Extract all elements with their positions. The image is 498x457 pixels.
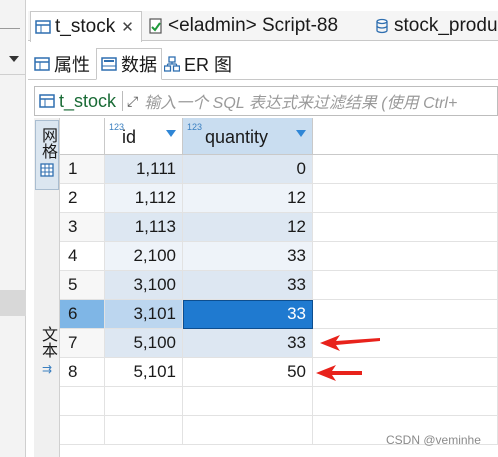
left-panel-strip (0, 0, 26, 457)
tab-label: stock_produ (394, 15, 498, 36)
empty-cell (183, 416, 313, 445)
tab-er-diagram[interactable]: ER 图 (164, 48, 232, 80)
tab-stock-produ[interactable]: stock_produ (372, 11, 498, 41)
cell-quantity-selected[interactable]: 33 (183, 300, 313, 329)
er-diagram-icon (164, 56, 180, 72)
expand-icon[interactable]: ⤢ (127, 93, 138, 110)
table-icon (35, 20, 51, 34)
empty-cell (313, 213, 498, 242)
properties-icon (34, 57, 50, 71)
tab-label: 数据 (121, 55, 157, 75)
table-icon (39, 94, 55, 108)
database-table-icon (376, 18, 388, 34)
grid-view-label: 网格 (39, 127, 56, 159)
table-row[interactable]: 7 5,100 33 (60, 329, 498, 358)
tab-label: 属性 (54, 55, 90, 75)
view-mode-switcher: 网格 文本 ⇉ (34, 118, 60, 457)
table-row-selected[interactable]: 6 3,101 33 (60, 300, 498, 329)
cell-quantity[interactable]: 0 (183, 155, 313, 184)
red-arrow-annotation (320, 335, 380, 351)
row-number: 5 (60, 271, 105, 300)
panel-separator (0, 74, 26, 75)
cell-id[interactable]: 3,100 (105, 271, 183, 300)
table-row[interactable]: 8 5,101 50 (60, 358, 498, 387)
row-number: 6 (60, 300, 105, 329)
grid-icon (40, 163, 54, 177)
empty-cell (105, 416, 183, 445)
text-view-label: 文本 (39, 326, 56, 358)
row-number: 3 (60, 213, 105, 242)
tab-label: ER 图 (184, 55, 233, 75)
row-number: 4 (60, 242, 105, 271)
tab-label: t_stock (55, 16, 116, 37)
numeric-type-icon: 123 (187, 122, 203, 132)
dropdown-arrow-icon[interactable] (9, 56, 19, 62)
watermark: CSDN @veminhe (386, 433, 481, 447)
cell-id[interactable]: 1,113 (105, 213, 183, 242)
cell-id[interactable]: 2,100 (105, 242, 183, 271)
row-number: 7 (60, 329, 105, 358)
cell-id[interactable]: 5,101 (105, 358, 183, 387)
result-grid: 123 id 123 quantity 1 1,111 0 2 1,112 12… (60, 118, 498, 457)
row-number: 2 (60, 184, 105, 213)
selected-tree-item[interactable] (0, 290, 26, 316)
table-row[interactable]: 2 1,112 12 (60, 184, 498, 213)
empty-cell (313, 300, 498, 329)
row-number-header (60, 118, 105, 155)
empty-cell (313, 387, 498, 416)
table-row[interactable]: 1 1,111 0 (60, 155, 498, 184)
empty-cell (60, 416, 105, 445)
view-tab-bar: 属性 数据 ER 图 (28, 44, 498, 80)
data-icon (101, 57, 117, 71)
empty-cell (183, 387, 313, 416)
table-row[interactable]: 3 1,113 12 (60, 213, 498, 242)
tab-properties[interactable]: 属性 (34, 48, 90, 80)
cell-id[interactable]: 3,101 (105, 300, 183, 329)
cell-quantity[interactable]: 50 (183, 358, 313, 387)
sql-script-icon (149, 18, 162, 34)
empty-cell (313, 271, 498, 300)
editor-tab-bar: t_stock ✕ <eladmin> Script-88 stock_prod… (28, 11, 498, 42)
empty-cell (60, 387, 105, 416)
empty-cell (313, 184, 498, 213)
red-arrow-annotation (316, 365, 362, 381)
sort-arrow-icon[interactable] (296, 130, 306, 137)
tab-script-88[interactable]: <eladmin> Script-88 (146, 11, 338, 41)
empty-header (313, 118, 498, 155)
cell-quantity[interactable]: 33 (183, 329, 313, 358)
sort-arrow-icon[interactable] (166, 130, 176, 137)
row-number: 1 (60, 155, 105, 184)
empty-cell (105, 387, 183, 416)
empty-cell (313, 242, 498, 271)
filter-input[interactable]: 输入一个 SQL 表达式来过滤结果 (使用 Ctrl+ (144, 89, 457, 113)
tab-data[interactable]: 数据 (96, 48, 162, 80)
table-row[interactable]: 4 2,100 33 (60, 242, 498, 271)
filter-table-name: t_stock (59, 90, 117, 111)
cell-id[interactable]: 1,112 (105, 184, 183, 213)
text-view-icon: ⇉ (41, 362, 53, 376)
row-number: 8 (60, 358, 105, 387)
column-header-id[interactable]: 123 id (105, 118, 183, 155)
panel-divider (0, 28, 20, 29)
table-row[interactable]: 5 3,100 33 (60, 271, 498, 300)
text-view-button[interactable]: 文本 ⇉ (35, 320, 59, 384)
tab-t-stock[interactable]: t_stock ✕ (30, 11, 142, 42)
column-name: quantity (205, 127, 269, 147)
empty-cell (313, 155, 498, 184)
column-header-quantity[interactable]: 123 quantity (183, 118, 313, 155)
cell-id[interactable]: 5,100 (105, 329, 183, 358)
close-icon[interactable]: ✕ (121, 18, 134, 36)
filter-divider (122, 91, 124, 111)
cell-quantity[interactable]: 12 (183, 184, 313, 213)
cell-quantity[interactable]: 12 (183, 213, 313, 242)
cell-quantity[interactable]: 33 (183, 242, 313, 271)
cell-quantity[interactable]: 33 (183, 271, 313, 300)
tab-label: <eladmin> Script-88 (168, 15, 339, 36)
filter-bar[interactable]: t_stock ⤢ 输入一个 SQL 表达式来过滤结果 (使用 Ctrl+ (34, 86, 498, 116)
cell-id[interactable]: 1,111 (105, 155, 183, 184)
grid-view-button[interactable]: 网格 (35, 120, 59, 190)
column-name: id (122, 127, 137, 147)
empty-row (60, 387, 498, 416)
